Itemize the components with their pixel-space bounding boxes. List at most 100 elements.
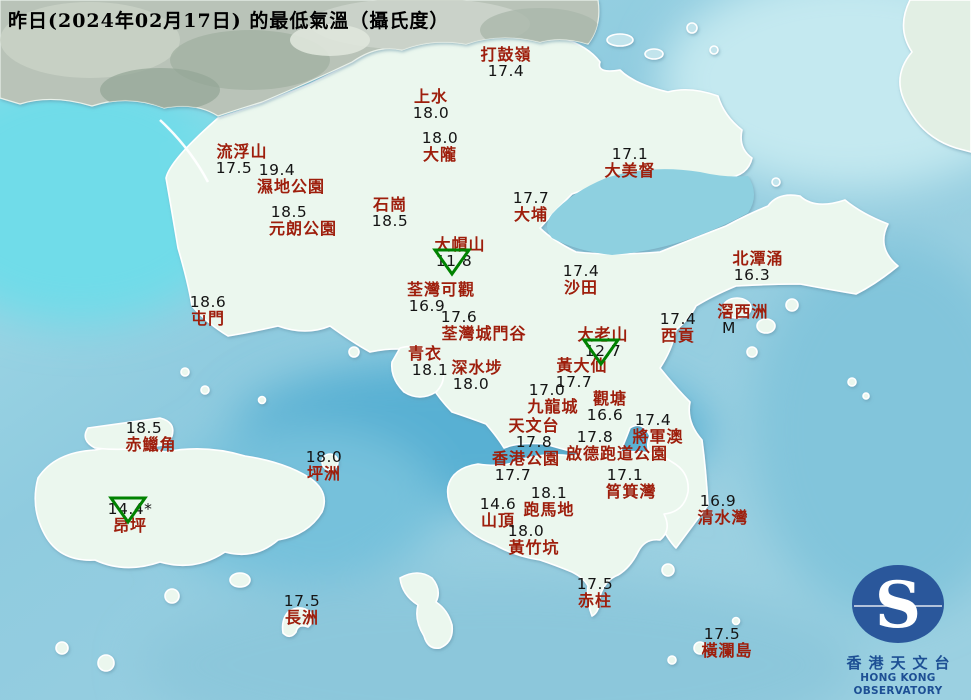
station: 17.4 沙田: [563, 263, 600, 296]
station: 北潭涌 16.3: [732, 250, 783, 283]
station-value: 16.3: [733, 266, 771, 284]
station-name-label: 青衣: [407, 344, 443, 363]
station: 18.0 黃竹坑: [508, 523, 559, 556]
station-name-label: 大老山: [577, 325, 629, 344]
station-name-label: 橫瀾島: [701, 641, 753, 660]
station-value: 17.4: [487, 62, 525, 80]
svg-text:S: S: [875, 568, 921, 643]
station-value: 18.5: [270, 203, 308, 221]
station-name-label: 赤柱: [577, 591, 613, 610]
station: 上水 18.0: [413, 88, 450, 121]
hko-logo-icon: S: [852, 565, 944, 643]
station-value: 18.5: [371, 212, 409, 230]
station-value: 17.6: [440, 308, 478, 326]
station: 深水埗 18.0: [451, 359, 502, 392]
station-name-label: 黃竹坑: [508, 538, 560, 557]
station-value: 11.8: [435, 252, 473, 270]
station-name-label: 滘西洲: [717, 302, 769, 321]
station-name-label: 沙田: [563, 278, 599, 297]
station: 香港公園 17.7: [492, 450, 560, 483]
station: 17.5 橫瀾島: [701, 626, 752, 659]
station-name-label: 大隴: [422, 145, 458, 164]
station-value: 18.1: [530, 484, 568, 502]
station-name-label: 北潭涌: [732, 249, 784, 268]
station: 14.4* 昂坪: [108, 501, 153, 534]
station-name-label: 大帽山: [434, 235, 486, 254]
station: 17.0 九龍城: [527, 382, 578, 415]
station-name-label: 昂坪: [112, 516, 148, 535]
station: 19.4 濕地公園: [257, 162, 325, 195]
station: 滘西洲 M: [717, 303, 768, 336]
station-name-label: 濕地公園: [256, 177, 326, 196]
station: 打鼓嶺 17.4: [480, 46, 531, 79]
station-name-label: 流浮山: [216, 142, 268, 161]
station: 17.1 大美督: [604, 146, 655, 179]
station: 17.7 大埔: [513, 190, 550, 223]
station-value: 17.4: [562, 262, 600, 280]
station-value: 18.0: [305, 448, 343, 466]
station-value: 14.4*: [107, 500, 153, 518]
station-name-label: 啟德跑道公園: [565, 444, 669, 463]
station: 17.8 啟德跑道公園: [566, 429, 668, 462]
station: 17.6 荃灣城門谷: [441, 309, 526, 342]
station-name-label: 打鼓嶺: [480, 45, 532, 64]
station-name-label: 觀塘: [592, 389, 628, 408]
station-value: 18.6: [189, 293, 227, 311]
station-name-label: 坪洲: [306, 464, 342, 483]
station-value: M: [722, 319, 736, 337]
station-value: 18.1: [411, 361, 449, 379]
station-name-label: 深水埗: [451, 358, 503, 377]
station-name-label: 跑馬地: [523, 500, 575, 519]
station-value: 17.1: [606, 466, 644, 484]
station-value: 17.4: [659, 310, 697, 328]
station-name-label: 赤鱲角: [125, 435, 177, 454]
map-title: 昨日(2024年02月17日) 的最低氣溫（攝氏度）: [8, 10, 450, 32]
stations-layer: 打鼓嶺 17.4 上水 18.0 18.0 大隴 17.1 大美督 流浮山 17.5 19.4 濕地公…: [0, 0, 971, 700]
station: 18.5 元朗公園: [269, 204, 337, 237]
station-name-label: 大美督: [604, 161, 656, 180]
station-value: 17.7: [512, 189, 550, 207]
weather-map-stage: 昨日(2024年02月17日) 的最低氣溫（攝氏度） 打鼓嶺 17.4 上水 18.0…: [0, 0, 971, 700]
station: 青衣 18.1: [407, 344, 448, 378]
station-name-label: 大埔: [513, 205, 549, 224]
station: 18.5 赤鱲角: [125, 420, 176, 453]
station-name-label: 筲箕灣: [605, 482, 657, 501]
station: 大老山 12.7: [577, 326, 628, 359]
station-name-label: 黃大仙: [556, 356, 608, 375]
station-value: 18.0: [452, 375, 490, 393]
station-value: 18.0: [412, 104, 450, 122]
station-value: 17.8: [576, 428, 614, 446]
station-value: 14.6: [479, 495, 517, 513]
station: 石崗 18.5: [372, 196, 409, 229]
station-name-label: 清水灣: [697, 508, 749, 527]
station-value: 17.0: [528, 381, 566, 399]
station-value: 17.5: [283, 592, 321, 610]
station-name-label: 荃灣城門谷: [441, 324, 527, 343]
station-value: 17.4: [634, 411, 672, 429]
station: 17.5 赤柱: [577, 576, 614, 609]
station: 17.5 長洲: [284, 593, 321, 626]
station: 觀塘 16.6: [587, 389, 629, 423]
station-name-label: 西貢: [660, 326, 696, 345]
station-value: 16.9: [699, 492, 737, 510]
station-value: 17.7: [494, 466, 532, 484]
station-value: 18.5: [125, 419, 163, 437]
station: 17.1 筲箕灣: [605, 467, 656, 500]
station: 18.0 大隴: [422, 130, 459, 163]
station: 18.0 坪洲: [306, 449, 343, 482]
station-value: 17.1: [611, 145, 649, 163]
station-value: 19.4: [258, 161, 296, 179]
station-name-label: 石崗: [372, 195, 408, 214]
hko-logo-name-cn: 香港天文台: [846, 654, 957, 672]
station-value: 17.5: [703, 625, 741, 643]
station-value: 16.6: [586, 406, 624, 424]
station-name-label: 上水: [413, 87, 449, 106]
station-name-label: 香港公園: [491, 449, 561, 468]
station: 18.1 跑馬地: [523, 485, 574, 518]
station: 16.9 清水灣: [697, 493, 748, 526]
hko-logo: S 香港天文台 HONG KONG OBSERVATORY: [829, 559, 967, 698]
station-value: 18.0: [421, 129, 459, 147]
station-name-label: 元朗公園: [268, 219, 338, 238]
station: 18.6 屯門: [190, 294, 227, 327]
station-name-label: 荃灣可觀: [406, 280, 476, 299]
